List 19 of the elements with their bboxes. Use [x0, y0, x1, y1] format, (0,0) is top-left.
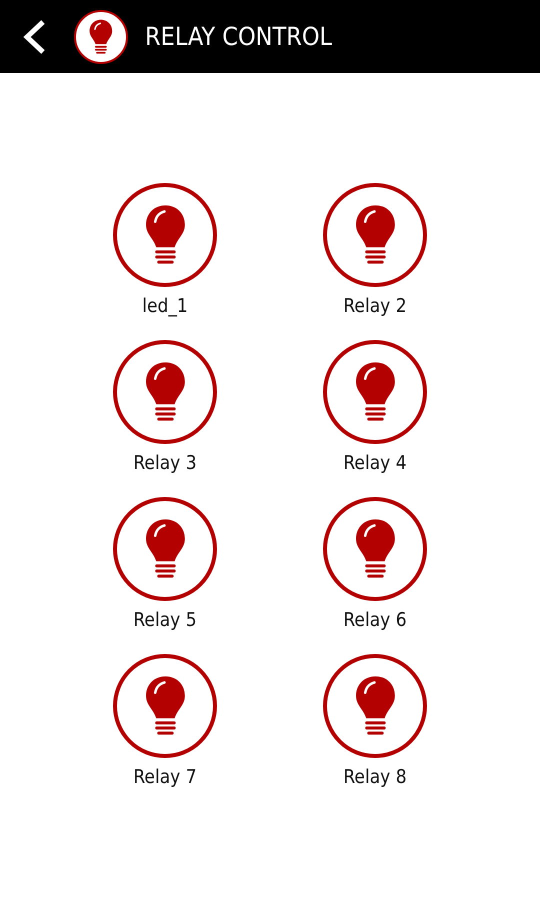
back-icon [22, 18, 46, 54]
light-bulb-icon [354, 518, 396, 580]
relay-label: Relay 3 [133, 452, 197, 474]
page-title: RELAY CONTROL [145, 22, 332, 51]
light-bulb-icon [144, 518, 186, 580]
relay-label: Relay 4 [343, 452, 407, 474]
light-bulb-icon [89, 18, 113, 54]
light-bulb-icon [354, 675, 396, 737]
relay-label: Relay 6 [343, 609, 407, 631]
light-bulb-icon [354, 204, 396, 266]
light-bulb-icon [144, 675, 186, 737]
light-bulb-icon [354, 361, 396, 423]
relay-label: led_1 [142, 295, 188, 317]
light-bulb-icon [144, 361, 186, 423]
relay-label: Relay 5 [133, 609, 197, 631]
relay-label: Relay 7 [133, 766, 197, 788]
light-bulb-icon [144, 204, 186, 266]
relay-label: Relay 8 [343, 766, 407, 788]
relay-label: Relay 2 [343, 295, 407, 317]
